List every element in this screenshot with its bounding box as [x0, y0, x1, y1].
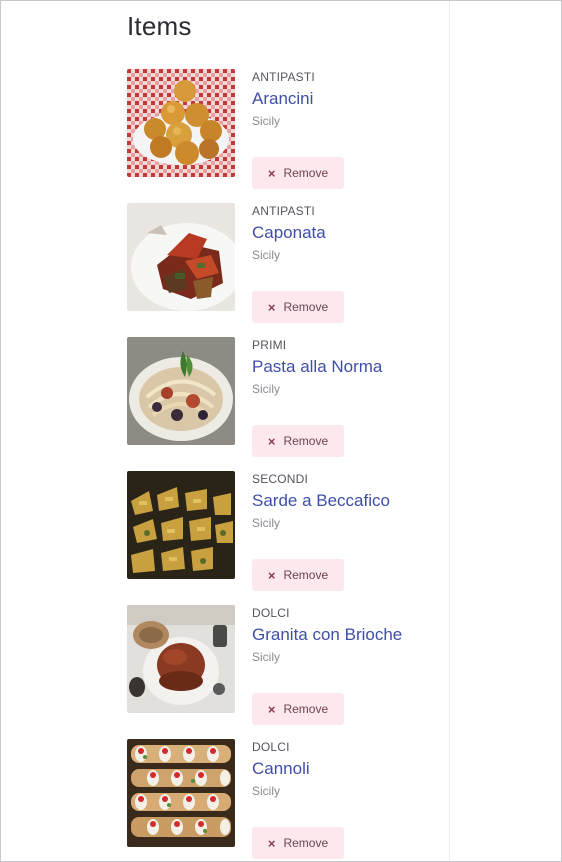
list-item: ANTIPASTI Caponata Sicily × Remove: [127, 203, 427, 323]
item-meta: PRIMI Pasta alla Norma Sicily: [252, 337, 432, 396]
remove-button-label: Remove: [283, 434, 329, 448]
list-item: ANTIPASTI Arancini Sicily × Remove: [127, 69, 427, 189]
item-region: Sicily: [252, 650, 281, 664]
item-name-link[interactable]: Cannoli: [252, 759, 432, 781]
remove-button[interactable]: × Remove: [252, 157, 344, 189]
close-icon: ×: [267, 701, 276, 717]
granita-con-brioche-photo[interactable]: [127, 605, 235, 713]
item-meta: SECONDI Sarde a Beccafico Sicily: [252, 471, 432, 530]
cannoli-photo[interactable]: [127, 739, 235, 847]
item-name-link[interactable]: Pasta alla Norma: [252, 357, 432, 379]
remove-button[interactable]: × Remove: [252, 559, 344, 591]
close-icon: ×: [267, 835, 276, 851]
arancini-photo[interactable]: [127, 69, 235, 177]
remove-button-label: Remove: [283, 702, 329, 716]
empty-content-area: [450, 1, 561, 861]
item-name-link[interactable]: Arancini: [252, 89, 432, 111]
remove-button-label: Remove: [283, 300, 329, 314]
pasta-alla-norma-photo[interactable]: [127, 337, 235, 445]
remove-button[interactable]: × Remove: [252, 693, 344, 725]
close-icon: ×: [267, 433, 276, 449]
item-meta: DOLCI Cannoli Sicily: [252, 739, 432, 798]
list-item: PRIMI Pasta alla Norma Sicily × Remove: [127, 337, 427, 457]
item-category: ANTIPASTI: [252, 204, 315, 218]
close-icon: ×: [267, 567, 276, 583]
item-name-link[interactable]: Caponata: [252, 223, 432, 245]
page-title: Items: [127, 11, 192, 41]
remove-button[interactable]: × Remove: [252, 291, 344, 323]
item-meta: ANTIPASTI Arancini Sicily: [252, 69, 432, 128]
item-name-link[interactable]: Granita con Brioche: [252, 625, 432, 647]
item-region: Sicily: [252, 248, 281, 262]
item-region: Sicily: [252, 516, 281, 530]
item-region: Sicily: [252, 114, 281, 128]
item-region: Sicily: [252, 382, 281, 396]
item-meta: ANTIPASTI Caponata Sicily: [252, 203, 432, 262]
item-region: Sicily: [252, 784, 281, 798]
list-item: DOLCI Granita con Brioche Sicily × Remov…: [127, 605, 427, 725]
remove-button[interactable]: × Remove: [252, 425, 344, 457]
close-icon: ×: [267, 165, 276, 181]
items-panel: Items ANTIPASTI Arancini Sicily × Remove…: [1, 1, 450, 861]
item-category: PRIMI: [252, 338, 287, 352]
item-category: ANTIPASTI: [252, 70, 315, 84]
item-meta: DOLCI Granita con Brioche Sicily: [252, 605, 432, 664]
remove-button-label: Remove: [283, 166, 329, 180]
list-item: DOLCI Cannoli Sicily × Remove: [127, 739, 427, 859]
list-item: SECONDI Sarde a Beccafico Sicily × Remov…: [127, 471, 427, 591]
remove-button[interactable]: × Remove: [252, 827, 344, 859]
item-category: DOLCI: [252, 740, 290, 754]
close-icon: ×: [267, 299, 276, 315]
app-frame: Items ANTIPASTI Arancini Sicily × Remove…: [0, 0, 562, 862]
remove-button-label: Remove: [283, 568, 329, 582]
item-category: SECONDI: [252, 472, 309, 486]
caponata-photo[interactable]: [127, 203, 235, 311]
remove-button-label: Remove: [283, 836, 329, 850]
item-category: DOLCI: [252, 606, 290, 620]
item-name-link[interactable]: Sarde a Beccafico: [252, 491, 432, 513]
sarde-a-beccafico-photo[interactable]: [127, 471, 235, 579]
